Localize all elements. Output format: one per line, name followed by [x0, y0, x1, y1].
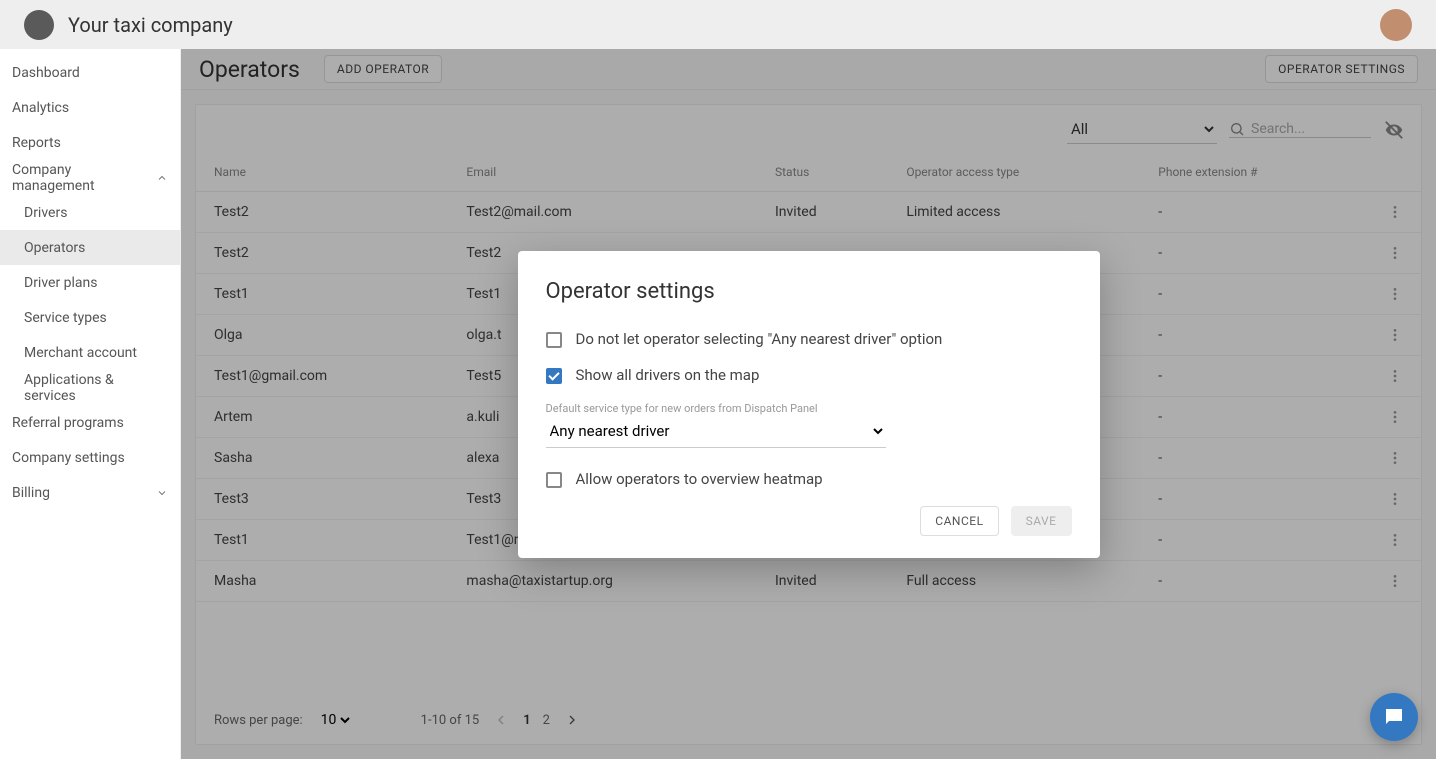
option-allow-heatmap[interactable]: Allow operators to overview heatmap: [546, 470, 1072, 488]
chevron-down-icon: [156, 487, 168, 499]
sidebar-item-label: Referral programs: [12, 415, 124, 431]
sidebar-item-analytics[interactable]: Analytics: [0, 90, 180, 125]
modal-title: Operator settings: [546, 279, 1072, 304]
checkbox-icon[interactable]: [546, 332, 562, 348]
brand: Your taxi company: [24, 10, 233, 40]
chevron-up-icon: [156, 172, 168, 184]
sidebar-item-label: Reports: [12, 135, 61, 151]
sidebar-item-drivers[interactable]: Drivers: [0, 195, 180, 230]
sidebar-item-referral-programs[interactable]: Referral programs: [0, 405, 180, 440]
sidebar-item-service-types[interactable]: Service types: [0, 300, 180, 335]
sidebar-item-operators[interactable]: Operators: [0, 230, 180, 265]
topbar: Your taxi company: [0, 0, 1436, 49]
sidebar-item-label: Operators: [24, 240, 85, 256]
company-logo: [24, 10, 54, 40]
sidebar-item-reports[interactable]: Reports: [0, 125, 180, 160]
checkbox-icon[interactable]: [546, 368, 562, 384]
sidebar-item-label: Merchant account: [24, 345, 137, 361]
chat-fab[interactable]: [1370, 693, 1418, 741]
modal-scrim[interactable]: Operator settings Do not let operator se…: [181, 49, 1436, 759]
option-label: Allow operators to overview heatmap: [576, 470, 823, 488]
sidebar-item-billing[interactable]: Billing: [0, 475, 180, 510]
sidebar-item-label: Company settings: [12, 450, 125, 466]
sidebar-item-label: Drivers: [24, 205, 67, 221]
sidebar-item-driver-plans[interactable]: Driver plans: [0, 265, 180, 300]
checkbox-icon[interactable]: [546, 472, 562, 488]
sidebar-item-label: Driver plans: [24, 275, 98, 291]
option-label: Show all drivers on the map: [576, 366, 760, 384]
sidebar-item-label: Service types: [24, 310, 107, 326]
option-label: Do not let operator selecting "Any neare…: [576, 330, 943, 348]
sidebar-item-dashboard[interactable]: Dashboard: [0, 55, 180, 90]
option-any-nearest-driver[interactable]: Do not let operator selecting "Any neare…: [546, 330, 1072, 348]
save-button[interactable]: Save: [1011, 506, 1072, 536]
default-service-type-select[interactable]: Any nearest driver: [546, 415, 886, 448]
sidebar: Dashboard Analytics Reports Company managem…: [0, 49, 181, 759]
chat-icon: [1382, 705, 1406, 729]
sidebar-item-label: Company management: [12, 162, 156, 194]
sidebar-item-company-management[interactable]: Company management: [0, 160, 180, 195]
sidebar-item-applications-services[interactable]: Applications & services: [0, 370, 180, 405]
sidebar-item-label: Billing: [12, 485, 50, 501]
app-title: Your taxi company: [68, 13, 233, 37]
option-show-all-drivers[interactable]: Show all drivers on the map: [546, 366, 1072, 384]
sidebar-item-merchant-account[interactable]: Merchant account: [0, 335, 180, 370]
cancel-button[interactable]: Cancel: [920, 506, 998, 536]
operator-settings-modal: Operator settings Do not let operator se…: [518, 251, 1100, 558]
user-avatar[interactable]: [1380, 9, 1412, 41]
sidebar-item-label: Applications & services: [24, 372, 168, 404]
sidebar-item-label: Dashboard: [12, 65, 80, 81]
sidebar-item-company-settings[interactable]: Company settings: [0, 440, 180, 475]
sidebar-item-label: Analytics: [12, 100, 69, 116]
default-service-type-label: Default service type for new orders from…: [546, 402, 1072, 415]
